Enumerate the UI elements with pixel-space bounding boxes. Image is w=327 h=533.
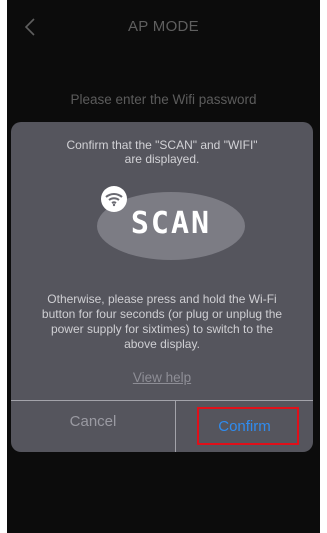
password-prompt: Please enter the Wifi password xyxy=(70,92,257,107)
app-screen: AP MODE Please enter the Wifi password C… xyxy=(7,0,320,533)
page-title: AP MODE xyxy=(127,18,199,35)
instructions-line-2: button for four seconds (or plug or unpl… xyxy=(41,307,283,321)
instructions-line-3: power supply for sixtimes) to switch to … xyxy=(50,322,274,336)
confirm-message: Confirm that the "SCAN" and "WIFI" are d… xyxy=(31,138,293,166)
instructions-line-4: above display. xyxy=(124,337,200,351)
header: AP MODE xyxy=(7,0,320,56)
confirm-message-line-1: Confirm that the "SCAN" and "WIFI" xyxy=(66,138,258,152)
instructions-text: Otherwise, please press and hold the Wi-… xyxy=(25,292,299,352)
display-text: SCAN xyxy=(130,206,212,241)
confirm-button[interactable]: Confirm xyxy=(176,401,313,452)
confirm-dialog: Confirm that the "SCAN" and "WIFI" are d… xyxy=(11,122,313,452)
cancel-button[interactable]: Cancel xyxy=(11,401,175,441)
view-help-link[interactable]: View help xyxy=(11,370,313,385)
instructions-line-1: Otherwise, please press and hold the Wi-… xyxy=(47,292,277,306)
confirm-message-line-2: are displayed. xyxy=(124,152,200,166)
